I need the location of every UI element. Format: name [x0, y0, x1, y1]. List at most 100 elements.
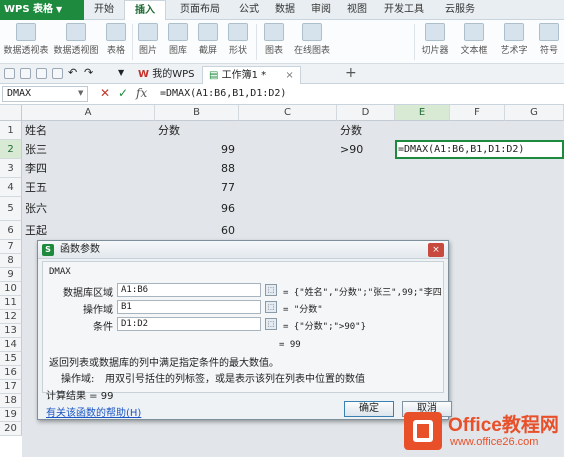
row-header-14[interactable]: 14: [0, 338, 22, 352]
column-header-e[interactable]: E: [395, 105, 450, 121]
tab-developer[interactable]: 开发工具: [376, 0, 432, 20]
tab-home[interactable]: 开始: [86, 0, 122, 20]
row-header-8[interactable]: 8: [0, 254, 22, 268]
column-header-b[interactable]: B: [155, 105, 239, 121]
chevron-down-icon[interactable]: ▼: [78, 89, 83, 97]
open-folder-icon[interactable]: [4, 68, 15, 79]
new-tab-icon[interactable]: +: [345, 65, 357, 81]
cell-f1[interactable]: [450, 121, 505, 140]
cell-d1[interactable]: 分数: [337, 121, 395, 140]
tab-insert[interactable]: 插入: [124, 0, 166, 20]
picture-button[interactable]: 图片: [134, 22, 162, 62]
cell-b6[interactable]: 60: [155, 221, 239, 240]
pivot-table-icon: [16, 23, 36, 41]
row-header-9[interactable]: 9: [0, 268, 22, 282]
row-header-18[interactable]: 18: [0, 394, 22, 408]
tab-cloud[interactable]: 云服务: [436, 0, 484, 20]
column-header-c[interactable]: C: [239, 105, 337, 121]
cell-b2[interactable]: 99: [155, 140, 239, 159]
row-header-7[interactable]: 7: [0, 240, 22, 254]
cell-b3[interactable]: 88: [155, 159, 239, 178]
wordart-button[interactable]: 艺术字: [496, 22, 532, 62]
row-header-20[interactable]: 20: [0, 422, 22, 436]
param-description: 用双引号括住的列标签，或是表示该列在列表中位置的数值: [105, 374, 365, 385]
criteria-input[interactable]: D1:D2: [117, 317, 261, 331]
screenshot-button[interactable]: 截屏: [194, 22, 222, 62]
tab-page-layout[interactable]: 页面布局: [170, 0, 230, 20]
cell-b1[interactable]: 分数: [155, 121, 239, 140]
select-all-corner[interactable]: [0, 105, 22, 121]
row-header-10[interactable]: 10: [0, 282, 22, 296]
name-box[interactable]: DMAX: [2, 86, 88, 102]
tab-workbook1[interactable]: ▤ 工作簿1 * ×: [202, 66, 301, 84]
cancel-icon[interactable]: ✕: [100, 86, 110, 100]
shapes-button[interactable]: 形状: [224, 22, 252, 62]
cell-e1[interactable]: [395, 121, 450, 140]
insert-function-icon[interactable]: fx: [136, 86, 147, 100]
cell-g1[interactable]: [505, 121, 564, 140]
row-header-11[interactable]: 11: [0, 296, 22, 310]
row-header-16[interactable]: 16: [0, 366, 22, 380]
print-icon[interactable]: [36, 68, 47, 79]
undo-icon[interactable]: ↶: [68, 66, 77, 79]
tab-my-wps[interactable]: W 我的WPS: [132, 66, 200, 84]
tab-view[interactable]: 视图: [340, 0, 374, 20]
slicer-button[interactable]: 切片器: [418, 22, 452, 62]
cell-a1[interactable]: 姓名: [22, 121, 155, 140]
print-preview-icon[interactable]: [52, 68, 63, 79]
cell-e2-active[interactable]: =DMAX(A1:B6,B1,D1:D2): [395, 140, 564, 159]
close-icon[interactable]: ×: [428, 243, 444, 257]
row-header-5[interactable]: 5: [0, 197, 22, 221]
formula-input[interactable]: =DMAX(A1:B6,B1,D1:D2): [160, 86, 560, 102]
online-chart-button[interactable]: 在线图表: [290, 22, 334, 62]
row-header-15[interactable]: 15: [0, 352, 22, 366]
wps-app-menu[interactable]: WPS 表格 ▼: [0, 0, 84, 20]
cell-a5[interactable]: 张六: [22, 197, 155, 221]
gallery-button[interactable]: 图库: [164, 22, 192, 62]
pivot-table-button[interactable]: 数据透视表: [2, 22, 50, 62]
tab-data[interactable]: 数据: [268, 0, 302, 20]
range-picker-icon[interactable]: ⬚: [265, 318, 277, 330]
cell-a4[interactable]: 王五: [22, 178, 155, 197]
table-button[interactable]: 表格: [102, 22, 130, 62]
row-header-12[interactable]: 12: [0, 310, 22, 324]
range-picker-icon[interactable]: ⬚: [265, 284, 277, 296]
row-header-19[interactable]: 19: [0, 408, 22, 422]
column-header-a[interactable]: A: [22, 105, 155, 121]
range-picker-icon[interactable]: ⬚: [265, 301, 277, 313]
pivot-chart-button[interactable]: 数据透视图: [52, 22, 100, 62]
symbol-button[interactable]: 符号: [536, 22, 562, 62]
cell-a3[interactable]: 李四: [22, 159, 155, 178]
help-link[interactable]: 有关该函数的帮助(H): [46, 404, 141, 419]
save-icon[interactable]: [20, 68, 31, 79]
column-header-f[interactable]: F: [450, 105, 505, 121]
cell-a2[interactable]: 张三: [22, 140, 155, 159]
row-header-17[interactable]: 17: [0, 380, 22, 394]
dialog-title-bar[interactable]: 函数参数: [38, 241, 448, 259]
row-header-6[interactable]: 6: [0, 221, 22, 240]
chart-button[interactable]: 图表: [260, 22, 288, 62]
column-header-d[interactable]: D: [337, 105, 395, 121]
row-header-2[interactable]: 2: [0, 140, 22, 159]
cell-c1[interactable]: [239, 121, 337, 140]
textbox-button[interactable]: 文本框: [456, 22, 492, 62]
chevron-down-icon[interactable]: ▼: [118, 68, 124, 77]
row-header-13[interactable]: 13: [0, 324, 22, 338]
database-range-input[interactable]: A1:B6: [117, 283, 261, 297]
redo-icon[interactable]: ↷: [84, 66, 93, 79]
column-header-g[interactable]: G: [505, 105, 564, 121]
cell-b5[interactable]: 96: [155, 197, 239, 221]
ok-button[interactable]: 确定: [344, 401, 394, 417]
row-header-1[interactable]: 1: [0, 121, 22, 140]
field-input[interactable]: B1: [117, 300, 261, 314]
tab-formulas[interactable]: 公式: [232, 0, 266, 20]
confirm-icon[interactable]: ✓: [118, 86, 128, 100]
row-header-3[interactable]: 3: [0, 159, 22, 178]
cell-b4[interactable]: 77: [155, 178, 239, 197]
row-header-4[interactable]: 4: [0, 178, 22, 197]
close-tab-icon[interactable]: ×: [285, 70, 293, 81]
cell-d2[interactable]: >90: [337, 140, 395, 159]
cell-c2[interactable]: [239, 140, 337, 159]
tab-review[interactable]: 审阅: [304, 0, 338, 20]
cell-a6[interactable]: 王起: [22, 221, 155, 240]
